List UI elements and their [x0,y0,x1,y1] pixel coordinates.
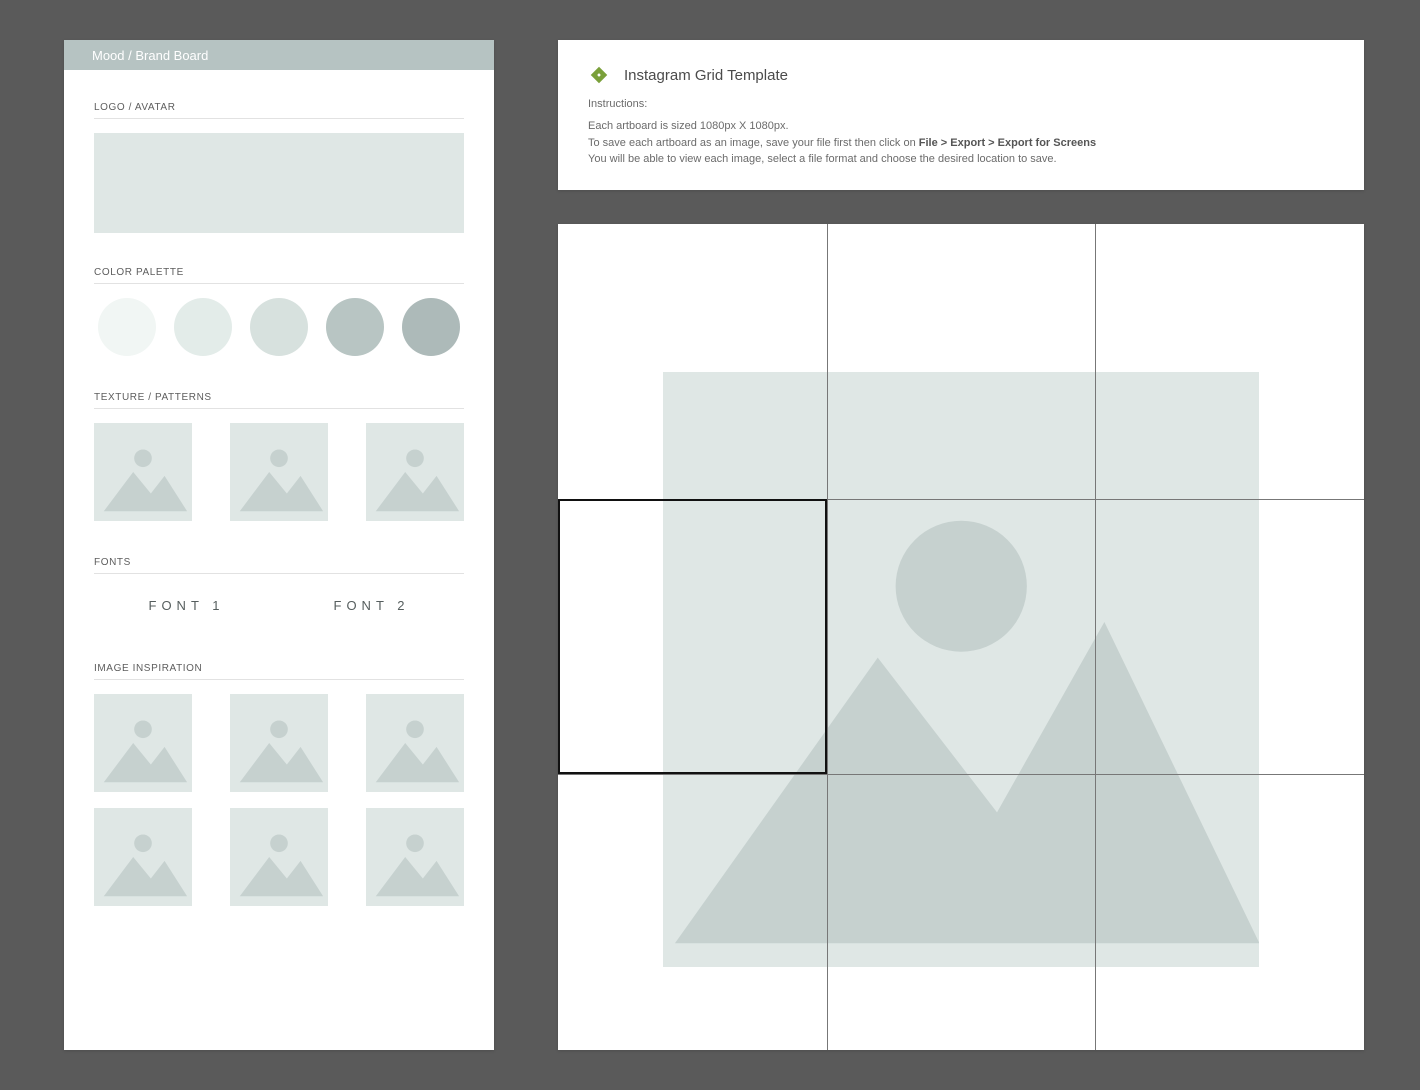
texture-thumb[interactable] [230,423,328,521]
color-swatch[interactable] [174,298,232,356]
color-swatch[interactable] [402,298,460,356]
section-label-fonts: FONTS [94,557,464,574]
design-canvas: Mood / Brand Board LOGO / AVATAR COLOR P… [0,0,1420,1090]
instructions-line: To save each artboard as an image, save … [588,135,1334,152]
instagram-grid-artboard[interactable] [558,224,1364,1051]
header-title: Instagram Grid Template [624,67,788,84]
right-column: Instagram Grid Template Instructions: Ea… [558,40,1364,1050]
mood-board-body: LOGO / AVATAR COLOR PALETTE TEXTURE / PA… [64,70,494,1050]
tag-icon [588,64,610,86]
inspiration-thumb[interactable] [230,808,328,906]
section-label-texture: TEXTURE / PATTERNS [94,392,464,409]
fonts-row: FONT 1 FONT 2 [94,598,464,613]
header-title-row: Instagram Grid Template [588,64,1334,86]
grid-divider-lines [558,224,1364,1051]
section-label-insp: IMAGE INSPIRATION [94,663,464,680]
section-label-logo: LOGO / AVATAR [94,102,464,119]
inspiration-thumb[interactable] [94,808,192,906]
mood-board-panel[interactable]: Mood / Brand Board LOGO / AVATAR COLOR P… [64,40,494,1050]
template-header-card[interactable]: Instagram Grid Template Instructions: Ea… [558,40,1364,190]
color-swatch[interactable] [326,298,384,356]
logo-placeholder[interactable] [94,133,464,233]
inspiration-thumb[interactable] [366,694,464,792]
texture-row [94,423,464,521]
instructions-label: Instructions: [588,98,1334,110]
mood-board-title: Mood / Brand Board [92,48,208,63]
font-sample[interactable]: FONT 1 [149,598,225,613]
mood-board-title-bar: Mood / Brand Board [64,40,494,70]
inspiration-thumb[interactable] [94,694,192,792]
texture-thumb[interactable] [366,423,464,521]
color-swatch[interactable] [250,298,308,356]
color-swatch[interactable] [98,298,156,356]
instructions-line: Each artboard is sized 1080px X 1080px. [588,118,1334,135]
palette-row [94,298,464,356]
instructions-text: To save each artboard as an image, save … [588,137,919,149]
font-sample[interactable]: FONT 2 [334,598,410,613]
instructions-path: File > Export > Export for Screens [919,137,1096,149]
inspiration-thumb[interactable] [230,694,328,792]
texture-thumb[interactable] [94,423,192,521]
instructions-line: You will be able to view each image, sel… [588,151,1334,168]
section-label-palette: COLOR PALETTE [94,267,464,284]
inspiration-grid [94,694,464,906]
inspiration-thumb[interactable] [366,808,464,906]
